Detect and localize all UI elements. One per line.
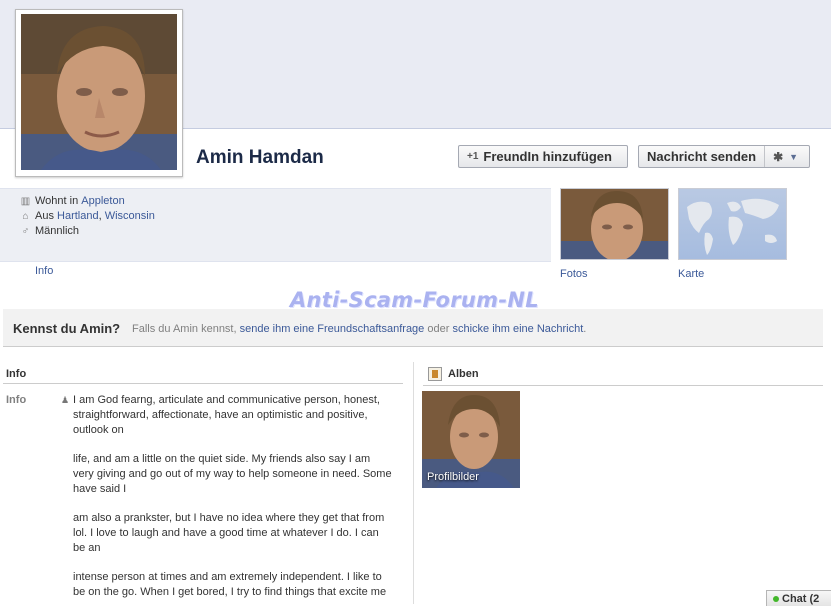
profile-name: Amin Hamdan xyxy=(196,147,324,168)
gear-icon[interactable]: ✱ xyxy=(765,150,783,164)
know-text-end: . xyxy=(583,323,587,335)
tab-info[interactable]: Info xyxy=(35,265,53,277)
add-friend-icon: +1 xyxy=(467,151,479,162)
profile-photo-image xyxy=(21,14,177,170)
bio-paragraph: intense person at times and am extremely… xyxy=(73,571,387,598)
bio-paragraph: life, and am a little on the quiet side.… xyxy=(73,453,392,495)
profile-facts-box: ▥ Wohnt in Appleton ⌂ Aus Hartland, Wisc… xyxy=(0,188,551,262)
home-icon: ⌂ xyxy=(22,210,29,222)
fact-from-prefix: Aus xyxy=(35,210,54,222)
fact-from-separator: , xyxy=(98,210,102,222)
add-friend-label: FreundIn hinzufügen xyxy=(483,149,612,164)
album-icon xyxy=(428,367,442,381)
map-thumbnail[interactable] xyxy=(678,188,787,260)
album-caption: Profilbilder xyxy=(427,471,479,483)
send-friend-request-link[interactable]: sende ihm eine Freundschaftsanfrage xyxy=(240,323,425,335)
photos-thumbnail-image xyxy=(561,189,668,259)
fact-lives-in: ▥ Wohnt in Appleton xyxy=(19,195,125,207)
info-section-heading: Info xyxy=(6,368,27,380)
know-text-mid: oder xyxy=(427,323,450,335)
know-text: Falls du Amin kennst, sende ihm eine Fre… xyxy=(132,323,586,335)
albums-heading: Alben xyxy=(448,368,479,380)
photos-thumbnail[interactable] xyxy=(560,188,669,260)
bio-paragraph: am also a prankster, but I have no idea … xyxy=(73,512,385,554)
add-friend-button[interactable]: +1 FreundIn hinzufügen xyxy=(458,145,628,168)
fact-from: ⌂ Aus Hartland, Wisconsin xyxy=(19,210,155,222)
know-person-bar: Kennst du Amin? Falls du Amin kennst, se… xyxy=(3,309,823,347)
info-label: Info xyxy=(6,394,27,406)
person-icon: ♟ xyxy=(61,395,70,405)
send-message-link[interactable]: schicke ihm eine Nachricht xyxy=(452,323,583,335)
male-icon: ♂ xyxy=(21,225,30,237)
column-divider xyxy=(413,362,414,604)
map-link[interactable]: Karte xyxy=(678,268,704,280)
from-state-link[interactable]: Wisconsin xyxy=(105,210,155,222)
info-bio: I am God fearng, articulate and communic… xyxy=(73,393,393,614)
info-section-header: Info xyxy=(3,362,403,384)
album-profile-pictures[interactable]: Profilbilder xyxy=(422,391,520,488)
send-message-button[interactable]: Nachricht senden ✱ ▼ xyxy=(638,145,810,168)
albums-section-header: Alben xyxy=(423,362,823,386)
chevron-down-icon[interactable]: ▼ xyxy=(789,152,798,162)
know-text-start: Falls du Amin kennst, xyxy=(132,323,237,335)
send-message-label: Nachricht senden xyxy=(639,146,766,167)
world-map-image xyxy=(687,198,779,255)
lives-city-link[interactable]: Appleton xyxy=(81,195,124,207)
online-status-icon xyxy=(773,596,779,602)
bio-paragraph: I am God fearng, articulate and communic… xyxy=(73,394,380,436)
building-icon: ▥ xyxy=(20,195,31,207)
fact-gender: ♂ Männlich xyxy=(19,225,79,237)
fact-gender-value: Männlich xyxy=(35,225,80,237)
fact-lives-prefix: Wohnt in xyxy=(35,195,79,207)
photos-link[interactable]: Fotos xyxy=(560,268,588,280)
know-question: Kennst du Amin? xyxy=(13,321,121,336)
profile-picture[interactable] xyxy=(15,9,183,177)
chat-label: Chat (2 xyxy=(782,593,820,605)
from-city-link[interactable]: Hartland xyxy=(57,210,99,222)
